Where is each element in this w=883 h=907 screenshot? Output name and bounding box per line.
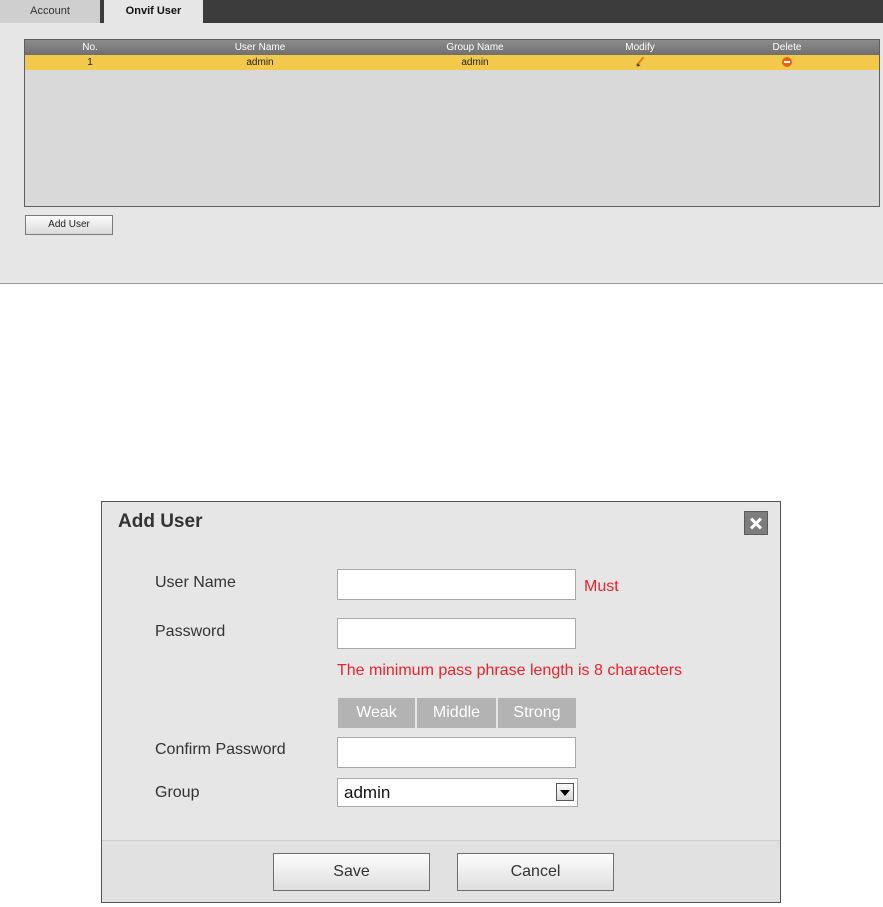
strength-strong: Strong — [498, 698, 576, 728]
password-label: Password — [155, 623, 226, 640]
cell-user-name: admin — [246, 57, 274, 68]
confirm-password-input[interactable] — [337, 737, 576, 768]
cell-no: 1 — [87, 57, 93, 68]
header-group-name: Group Name — [446, 42, 504, 53]
group-label: Group — [155, 784, 200, 801]
cancel-button[interactable]: Cancel — [457, 853, 614, 891]
dialog-footer: Save Cancel — [102, 840, 780, 902]
dialog-body: User Name Must Password The minimum pass… — [102, 542, 780, 840]
user-name-label: User Name — [155, 574, 236, 591]
chevron-down-icon[interactable] — [556, 783, 574, 801]
onvif-user-panel: Account Onvif User No. User Name Group N… — [0, 0, 883, 284]
must-label: Must — [584, 578, 619, 595]
user-table: No. User Name Group Name Modify Delete 1… — [24, 39, 880, 207]
group-selected-value: admin — [344, 783, 391, 802]
save-button[interactable]: Save — [273, 853, 430, 891]
pencil-icon[interactable] — [635, 56, 645, 68]
user-name-input[interactable] — [337, 569, 576, 600]
tab-onvif-user[interactable]: Onvif User — [104, 0, 203, 23]
strength-weak: Weak — [338, 698, 415, 728]
cell-modify — [585, 55, 695, 70]
strength-middle: Middle — [417, 698, 496, 728]
confirm-password-label: Confirm Password — [155, 741, 286, 758]
group-select[interactable]: admin — [337, 778, 578, 807]
dialog-header: Add User — [102, 502, 780, 542]
table-row[interactable]: 1 admin admin — [25, 55, 879, 70]
add-user-dialog: Add User User Name Must Password The min… — [101, 501, 781, 903]
header-delete: Delete — [772, 42, 802, 53]
header-modify: Modify — [625, 42, 655, 53]
delete-icon[interactable] — [782, 57, 792, 68]
dialog-title: Add User — [118, 511, 203, 532]
close-icon[interactable] — [744, 511, 768, 535]
password-input[interactable] — [337, 618, 576, 649]
tab-account[interactable]: Account — [0, 0, 100, 23]
tab-bar: Account Onvif User — [0, 0, 883, 23]
header-user-name: User Name — [234, 42, 286, 53]
password-hint: The minimum pass phrase length is 8 char… — [337, 662, 683, 679]
add-user-button[interactable]: Add User — [25, 215, 113, 235]
password-strength-meter: Weak Middle Strong — [338, 698, 576, 728]
table-header: No. User Name Group Name Modify Delete — [25, 40, 879, 55]
cell-group-name: admin — [461, 57, 489, 68]
cell-delete — [695, 55, 879, 70]
header-no: No. — [82, 42, 98, 53]
